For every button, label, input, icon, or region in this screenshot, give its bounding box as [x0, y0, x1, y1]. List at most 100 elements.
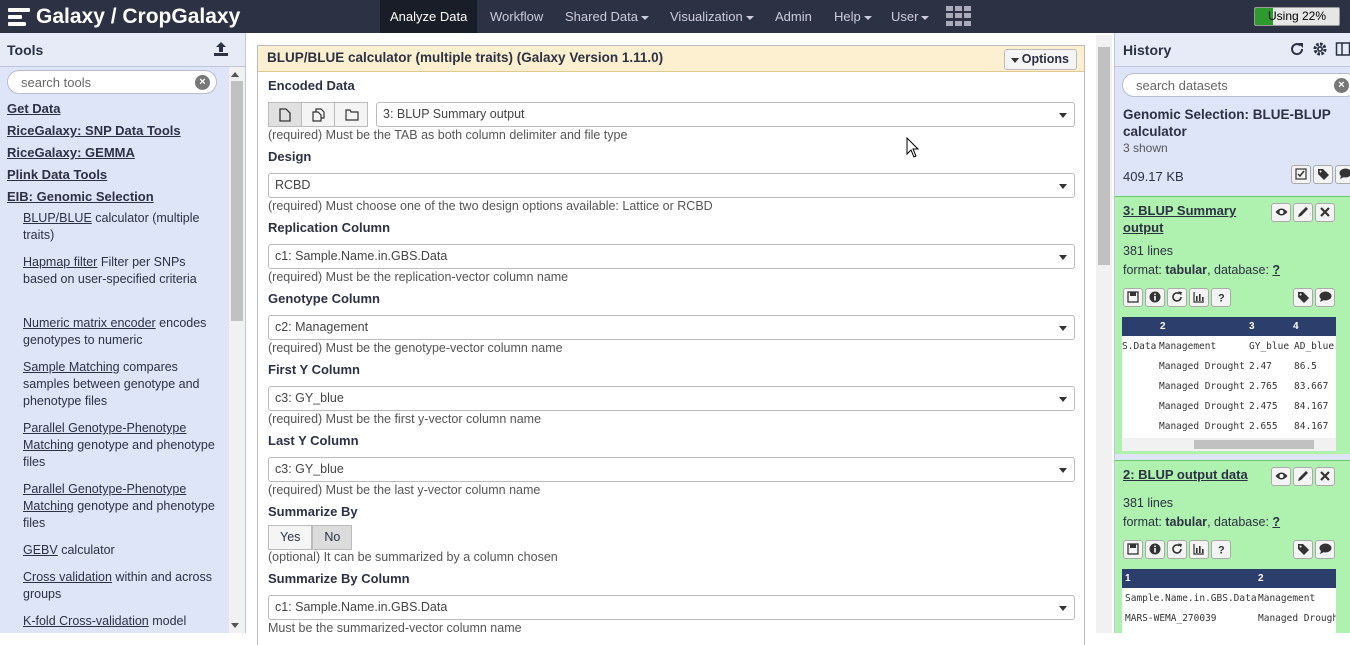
history-title: History: [1123, 42, 1171, 58]
scroll-up-icon[interactable]: [231, 72, 239, 77]
gear-icon[interactable]: [1312, 41, 1328, 57]
tags-button[interactable]: [1313, 165, 1333, 184]
tool-section-genomic-selection[interactable]: EIB: Genomic Selection: [7, 189, 154, 204]
visualize-button[interactable]: [1189, 288, 1209, 307]
tool-item[interactable]: Numeric matrix encoder encodes genotypes…: [23, 315, 218, 349]
peek-cell: 83.667: [1294, 381, 1328, 392]
view-dataset-button[interactable]: [1271, 203, 1291, 222]
dataset-annotation-button[interactable]: [1315, 288, 1335, 307]
tool-section-snp-data-tools[interactable]: RiceGalaxy: SNP Data Tools: [7, 123, 181, 138]
tool-panel-scrollbar[interactable]: [229, 67, 245, 633]
peek-row: Managed Drought2.65584.167: [1122, 416, 1336, 436]
tool-link[interactable]: K-fold Cross-validation: [23, 614, 149, 628]
visualize-button[interactable]: [1189, 540, 1209, 559]
scrollbar-thumb[interactable]: [1194, 440, 1314, 449]
tool-item[interactable]: K-fold Cross-validation model: [23, 613, 218, 630]
delete-dataset-button[interactable]: [1315, 467, 1335, 486]
nav-user[interactable]: User: [881, 0, 939, 33]
tool-link[interactable]: Sample Matching: [23, 360, 120, 374]
nav-shared-data[interactable]: Shared Data: [555, 0, 659, 33]
scrollbar-thumb[interactable]: [1098, 47, 1110, 265]
tool-item[interactable]: Sample Matching compares samples between…: [23, 359, 218, 410]
options-button[interactable]: Options: [1004, 49, 1077, 70]
dataset-tags-button[interactable]: [1293, 540, 1313, 559]
edit-dataset-button[interactable]: [1293, 467, 1313, 486]
genotype-column-select[interactable]: c2: Management: [268, 315, 1075, 340]
first-y-column-select[interactable]: c3: GY_blue: [268, 386, 1075, 411]
scroll-down-icon[interactable]: [231, 623, 239, 628]
view-dataset-button[interactable]: [1271, 467, 1291, 486]
summarize-no-button[interactable]: No: [312, 525, 352, 550]
database-value[interactable]: ?: [1272, 263, 1280, 277]
tool-section-get-data[interactable]: Get Data: [7, 101, 60, 116]
tool-section-gemma[interactable]: RiceGalaxy: GEMMA: [7, 145, 135, 160]
scratchbook-grid-icon[interactable]: [946, 6, 972, 26]
edit-dataset-button[interactable]: [1293, 203, 1313, 222]
peek-horizontal-scrollbar[interactable]: [1122, 438, 1336, 451]
history-name[interactable]: Genomic Selection: BLUE-BLUP calculator: [1123, 106, 1343, 140]
summarize-yes-button[interactable]: Yes: [268, 525, 312, 550]
database-value[interactable]: ?: [1272, 515, 1280, 529]
refresh-icon[interactable]: [1289, 41, 1305, 57]
dataset-peek-table: 1 2 Sample.Name.in.GBS.DataManagement MA…: [1122, 569, 1336, 633]
columns-icon[interactable]: [1335, 41, 1350, 57]
tool-item[interactable]: Hapmap filter Filter per SNPs based on u…: [23, 254, 218, 288]
encoded-data-select[interactable]: 3: BLUP Summary output: [376, 102, 1075, 127]
rerun-button[interactable]: [1167, 540, 1187, 559]
tool-item[interactable]: GEBV calculator: [23, 542, 218, 559]
peek-header-cell: 2: [1258, 573, 1264, 584]
nav-admin[interactable]: Admin: [765, 0, 822, 33]
delete-dataset-button[interactable]: [1315, 203, 1335, 222]
tool-item[interactable]: BLUP/BLUE calculator (multiple traits): [23, 210, 218, 244]
annotation-button[interactable]: [1335, 165, 1350, 184]
dataset-collection-button[interactable]: [334, 102, 368, 127]
tool-link[interactable]: Hapmap filter: [23, 255, 97, 269]
select-items-button[interactable]: [1291, 165, 1311, 184]
tool-link[interactable]: GEBV: [23, 543, 58, 557]
brand-home-link[interactable]: Galaxy / CropGalaxy: [8, 4, 240, 30]
tool-link[interactable]: Numeric matrix encoder: [23, 316, 156, 330]
peek-cell: Management: [1258, 593, 1315, 604]
tool-link[interactable]: Cross validation: [23, 570, 112, 584]
history-search-input[interactable]: search datasets ×: [1122, 73, 1350, 97]
last-y-column-select[interactable]: c3: GY_blue: [268, 457, 1075, 482]
help-button[interactable]: ?: [1211, 540, 1231, 559]
clear-search-icon[interactable]: ×: [1334, 78, 1349, 93]
dataset-title[interactable]: 2: BLUP output data: [1123, 466, 1263, 483]
single-dataset-button[interactable]: [268, 102, 302, 127]
tool-section-plink[interactable]: Plink Data Tools: [7, 167, 107, 182]
peek-cell: 2.475: [1249, 401, 1278, 412]
design-select[interactable]: RCBD: [268, 173, 1075, 198]
scrollbar-thumb[interactable]: [231, 81, 243, 321]
chevron-down-icon: [864, 16, 872, 20]
center-scrollbar[interactable]: [1096, 35, 1112, 633]
multiple-datasets-button[interactable]: [301, 102, 335, 127]
clear-search-icon[interactable]: ×: [195, 75, 210, 90]
tool-link[interactable]: BLUP/BLUE: [23, 211, 92, 225]
tool-item[interactable]: Parallel Genotype-Phenotype Matching gen…: [23, 420, 218, 471]
tool-item[interactable]: Cross validation within and across group…: [23, 569, 218, 603]
peek-cell: S.Data: [1122, 341, 1156, 352]
nav-workflow[interactable]: Workflow: [480, 0, 553, 33]
tool-search-input[interactable]: search tools ×: [7, 70, 217, 94]
dataset-annotation-button[interactable]: [1315, 540, 1335, 559]
field-label-last-y: Last Y Column: [268, 433, 359, 448]
nav-help[interactable]: Help: [824, 0, 882, 33]
help-button[interactable]: ?: [1211, 288, 1231, 307]
tool-item[interactable]: Parallel Genotype-Phenotype Matching gen…: [23, 481, 218, 532]
chevron-down-icon: [1059, 397, 1067, 402]
nav-visualization[interactable]: Visualization: [660, 0, 764, 33]
download-button[interactable]: [1123, 540, 1143, 559]
replication-column-select[interactable]: c1: Sample.Name.in.GBS.Data: [268, 244, 1075, 269]
dataset-info-button[interactable]: [1145, 288, 1165, 307]
dataset-info-button[interactable]: [1145, 540, 1165, 559]
dataset-tags-button[interactable]: [1293, 288, 1313, 307]
field-help: (required) Must be the last y-vector col…: [268, 483, 540, 497]
nav-analyze-data[interactable]: Analyze Data: [380, 0, 477, 33]
upload-icon[interactable]: [212, 40, 230, 58]
download-button[interactable]: [1123, 288, 1143, 307]
rerun-button[interactable]: [1167, 288, 1187, 307]
summarize-column-select[interactable]: c1: Sample.Name.in.GBS.Data: [268, 595, 1075, 620]
first-y-value: c3: GY_blue: [275, 391, 344, 405]
dataset-title[interactable]: 3: BLUP Summary output: [1123, 202, 1263, 236]
